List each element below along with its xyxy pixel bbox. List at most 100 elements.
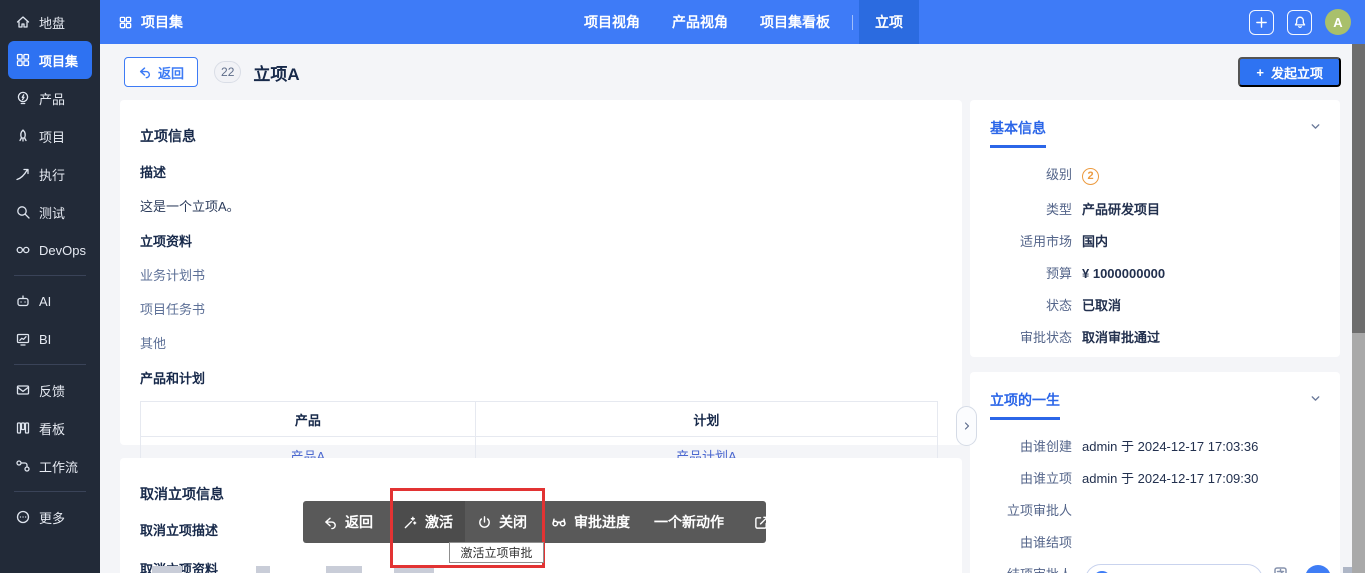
- field-row-level: 级别 2: [990, 167, 1320, 185]
- tab-product-view[interactable]: 产品视角: [656, 0, 744, 44]
- topbar-actions: A: [1249, 0, 1351, 44]
- grid-icon: [118, 15, 133, 30]
- sidebar-item-program[interactable]: 项目集: [8, 41, 92, 79]
- scrollbar-thumb[interactable]: [1352, 44, 1365, 333]
- sidebar-item-workflow[interactable]: 工作流: [8, 447, 92, 485]
- sidebar: 地盘 项目集 产品 项目 执行 测试 DevOps AI BI 反馈 看板 工作…: [0, 0, 100, 573]
- tab-charter[interactable]: 立项: [859, 0, 919, 44]
- sidebar-item-label: 项目: [39, 129, 66, 145]
- sidebar-item-execution[interactable]: 执行: [8, 155, 92, 193]
- sidebar-item-label: 更多: [39, 510, 66, 526]
- sidebar-divider: [14, 275, 86, 276]
- edit-icon: [754, 515, 769, 530]
- field-row-type: 类型 产品研发项目: [1045, 202, 1161, 217]
- toolbar-edit-button[interactable]: [742, 501, 781, 543]
- charter-life-panel: 立项的一生 由谁创建 admin 于 2024-12-17 17:03:36 由…: [970, 372, 1340, 573]
- sidebar-divider: [14, 491, 86, 492]
- execution-icon: [15, 166, 31, 182]
- activate-tooltip: 激活立项审批: [449, 542, 544, 563]
- field-row-chartered-by: 由谁立项 admin 于 2024-12-17 17:09:30: [1019, 471, 1259, 486]
- sidebar-divider: [14, 364, 86, 365]
- file-link-task-book[interactable]: 项目任务书: [140, 299, 205, 318]
- sidebar-item-label: 产品: [39, 91, 66, 107]
- file-link-business-plan[interactable]: 业务计划书: [140, 265, 205, 284]
- collapse-basic-button[interactable]: [1309, 120, 1322, 133]
- basic-info-title[interactable]: 基本信息: [990, 118, 1046, 148]
- sidebar-item-label: DevOps: [39, 242, 86, 258]
- kanban-icon: [15, 420, 31, 436]
- col-header-plan: 计划: [474, 401, 939, 437]
- infinity-icon: [15, 242, 31, 258]
- create-charter-button[interactable]: + 发起立项: [1238, 57, 1341, 87]
- assistant-search-pill[interactable]: [1085, 564, 1263, 573]
- chevron-down-icon: [1309, 120, 1322, 133]
- sidebar-item-product[interactable]: 产品: [8, 79, 92, 117]
- basic-info-panel: 基本信息 级别 2 类型 产品研发项目 适用市场 国内 预算 ¥ 1000000…: [970, 100, 1340, 357]
- collapse-life-button[interactable]: [1309, 392, 1322, 405]
- tab-project-view[interactable]: 项目视角: [568, 0, 656, 44]
- desc-label: 描述: [140, 165, 167, 180]
- robot-icon: [15, 293, 31, 309]
- clipped-content-fragment: [256, 566, 270, 573]
- magic-wand-icon: [403, 515, 418, 530]
- col-header-product: 产品: [140, 401, 476, 437]
- topbar-app-label: 项目集: [141, 14, 183, 30]
- section-title: 立项信息: [140, 128, 196, 144]
- back-button[interactable]: 返回: [124, 57, 199, 87]
- sidebar-item-label: BI: [39, 331, 52, 347]
- sidebar-item-label: 测试: [39, 205, 66, 221]
- topbar: 项目集 项目视角 产品视角 项目集看板 立项 A: [100, 0, 1365, 44]
- charter-life-title[interactable]: 立项的一生: [990, 390, 1060, 420]
- toolbar-back-button[interactable]: 返回: [311, 501, 385, 543]
- sidebar-item-label: 看板: [39, 421, 66, 437]
- field-row-budget: 预算 ¥ 1000000000: [1045, 266, 1166, 281]
- toolbar-new-action-button[interactable]: 一个新动作: [642, 501, 736, 543]
- field-row-status: 状态 已取消: [1045, 298, 1122, 313]
- table-header-row: 产品 计划: [140, 401, 939, 437]
- expand-panel-button[interactable]: [956, 406, 977, 446]
- chevron-down-icon: [1309, 392, 1322, 405]
- chevron-right-icon: [961, 420, 973, 432]
- sidebar-item-label: 项目集: [39, 53, 79, 69]
- avatar[interactable]: A: [1325, 9, 1351, 35]
- page-title: 立项A: [253, 64, 300, 84]
- toolbar-activate-button[interactable]: 激活: [391, 501, 465, 543]
- rocket-icon: [15, 128, 31, 144]
- basic-info-rows: 级别 2 类型 产品研发项目 适用市场 国内 预算 ¥ 1000000000 状…: [990, 167, 1320, 345]
- topbar-tabs: 项目视角 产品视角 项目集看板 立项: [568, 0, 919, 44]
- files-label: 立项资料: [140, 234, 193, 249]
- sidebar-item-home[interactable]: 地盘: [8, 3, 92, 41]
- sidebar-item-ai[interactable]: AI: [8, 282, 92, 320]
- toolbar-approval-progress-button[interactable]: 审批进度: [539, 501, 642, 543]
- charter-life-rows: 由谁创建 admin 于 2024-12-17 17:03:36 由谁立项 ad…: [990, 439, 1320, 573]
- field-row-closed-by: 由谁结项: [1019, 535, 1072, 550]
- translate-icon[interactable]: [1272, 565, 1296, 573]
- sidebar-item-label: 地盘: [39, 15, 66, 31]
- feedback-icon: [15, 382, 31, 398]
- add-button[interactable]: [1249, 9, 1274, 35]
- action-toolbar: 返回 激活 关闭 审批进度 一个新动作: [303, 501, 768, 543]
- field-row-approval-status: 审批状态 取消审批通过: [1019, 330, 1161, 345]
- sidebar-item-kanban[interactable]: 看板: [8, 409, 92, 447]
- plus-icon: +: [1256, 64, 1264, 80]
- test-icon: [15, 204, 31, 220]
- sidebar-item-project[interactable]: 项目: [8, 117, 92, 155]
- app-root: 地盘 项目集 产品 项目 执行 测试 DevOps AI BI 反馈 看板 工作…: [0, 0, 1365, 573]
- table-label: 产品和计划: [140, 371, 206, 386]
- tab-program-kanban[interactable]: 项目集看板: [744, 0, 846, 44]
- sidebar-item-test[interactable]: 测试: [8, 193, 92, 231]
- sidebar-item-devops[interactable]: DevOps: [8, 231, 92, 269]
- field-row-charter-approver: 立项审批人: [1006, 503, 1072, 518]
- clipped-content-fragment: [152, 566, 182, 573]
- back-arrow-icon: [323, 515, 338, 530]
- desc-text: 这是一个立项A。: [140, 199, 240, 214]
- sidebar-item-more[interactable]: 更多: [8, 498, 92, 536]
- sidebar-item-bi[interactable]: BI: [8, 320, 92, 358]
- notification-button[interactable]: [1287, 9, 1312, 35]
- clipped-content-fragment: [326, 566, 362, 573]
- topbar-app: 项目集: [118, 12, 183, 32]
- field-row-created-by: 由谁创建 admin 于 2024-12-17 17:03:36: [1019, 439, 1259, 454]
- sidebar-item-feedback[interactable]: 反馈: [8, 371, 92, 409]
- toolbar-close-button[interactable]: 关闭: [465, 501, 539, 543]
- file-link-other[interactable]: 其他: [140, 333, 166, 352]
